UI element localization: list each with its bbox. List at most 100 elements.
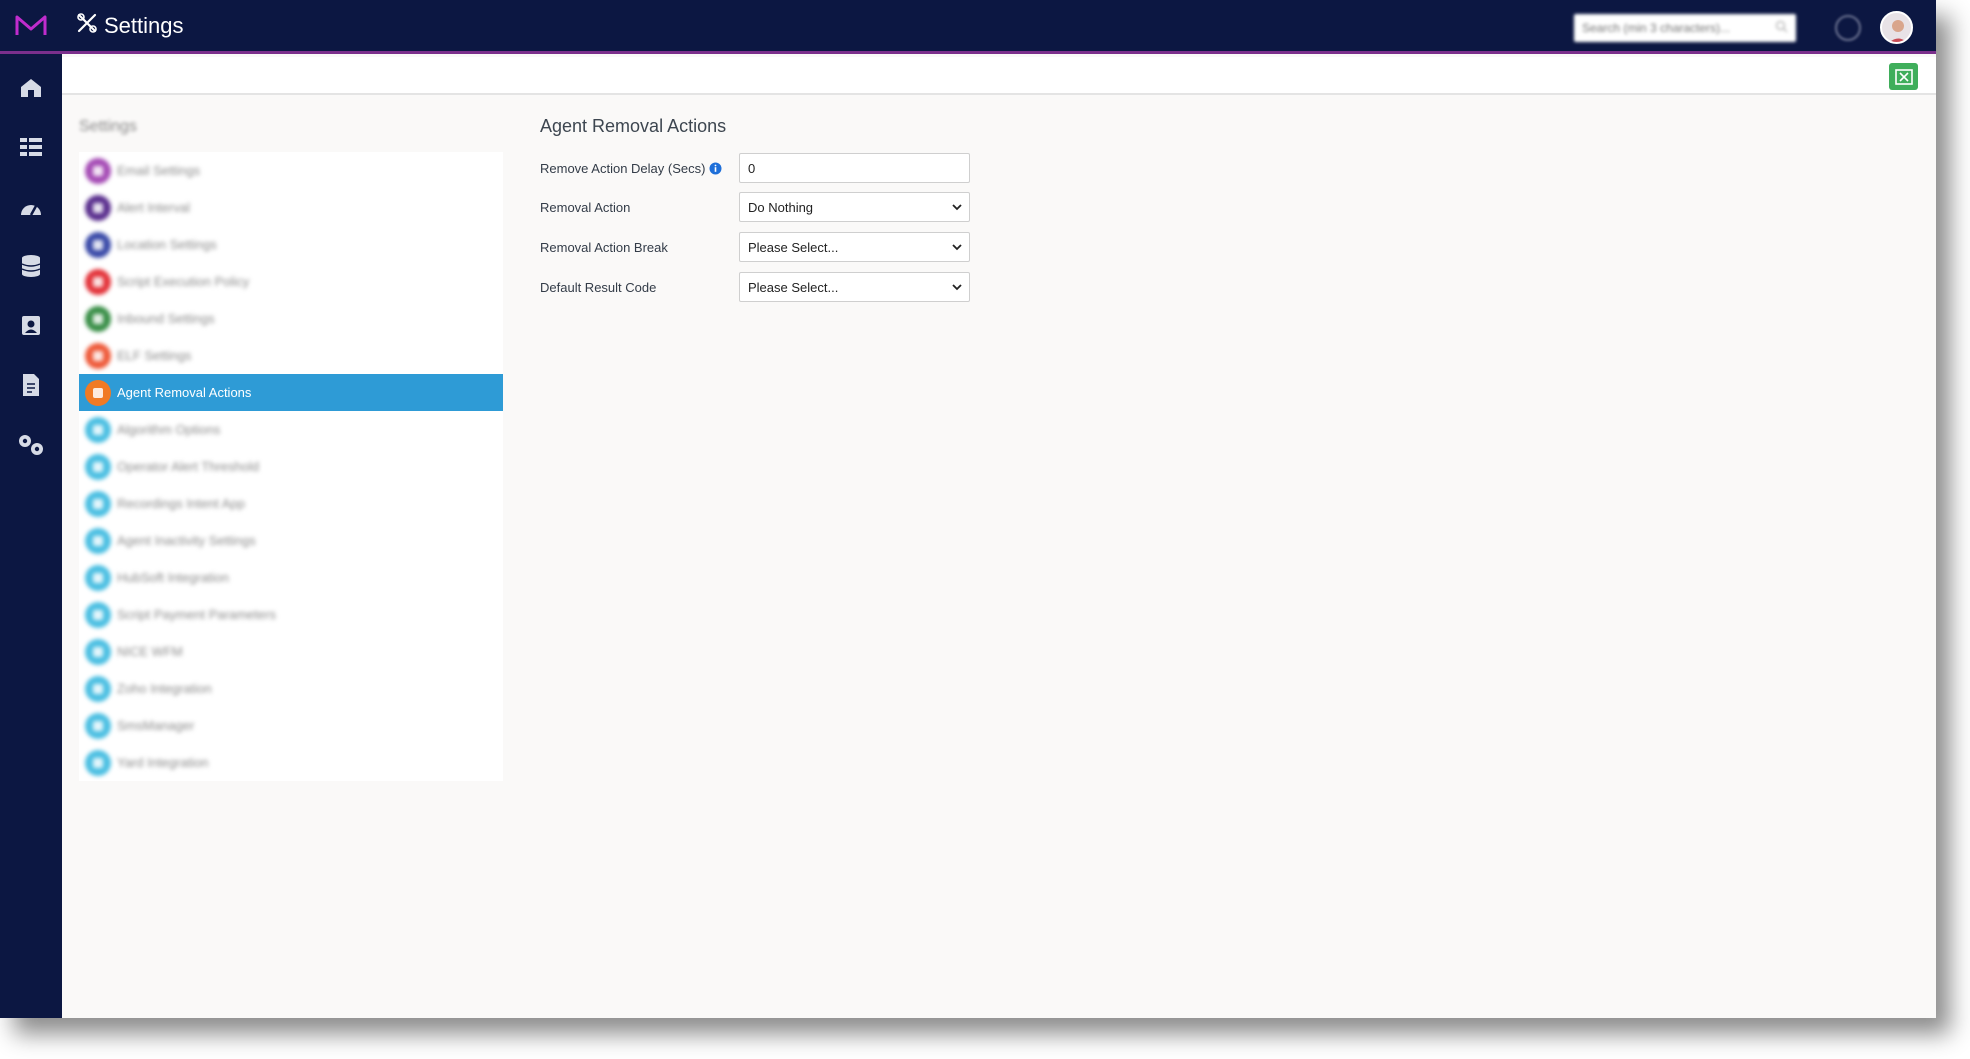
- removal-action-select[interactable]: Do Nothing: [739, 192, 970, 222]
- settings-category-icon: [85, 231, 111, 258]
- settings-nav-item[interactable]: Operator Alert Threshold: [79, 448, 503, 485]
- settings-nav-item[interactable]: Location Settings: [79, 226, 503, 263]
- settings-category-icon: [85, 157, 111, 184]
- removal-break-label: Removal Action Break: [540, 239, 668, 255]
- result-code-label: Default Result Code: [540, 279, 657, 295]
- settings-nav-label: Algorithm Options: [117, 422, 221, 437]
- removal-break-select[interactable]: Please Select...: [739, 232, 970, 262]
- settings-nav-label: Location Settings: [117, 237, 217, 252]
- icon-glyph: [93, 165, 103, 176]
- removal-break-value[interactable]: Please Select...: [739, 232, 970, 262]
- settings-category-icon: [85, 601, 111, 628]
- settings-nav-item[interactable]: Script Payment Parameters: [79, 596, 503, 633]
- delay-row: Remove Action Delay (Secs): [540, 153, 970, 183]
- tools-icon[interactable]: [17, 431, 45, 459]
- export-excel-button[interactable]: [1889, 63, 1918, 90]
- icon-glyph: [93, 239, 103, 250]
- removal-action-value[interactable]: Do Nothing: [739, 192, 970, 222]
- result-code-value[interactable]: Please Select...: [739, 272, 970, 302]
- settings-category-icon: [85, 527, 111, 554]
- settings-category-icon: [85, 490, 111, 517]
- report-icon[interactable]: [17, 371, 45, 399]
- settings-nav-panel: Settings Email Settings Alert Interval Loc…: [79, 112, 503, 781]
- settings-nav-item[interactable]: Email Settings: [79, 152, 503, 189]
- settings-nav-item[interactable]: HubSoft Integration: [79, 559, 503, 596]
- help-icon[interactable]: [1835, 15, 1861, 41]
- chevron-down-icon[interactable]: [952, 242, 962, 252]
- icon-glyph: [93, 202, 103, 213]
- icon-glyph: [93, 683, 103, 694]
- settings-category-icon: [85, 305, 111, 332]
- toolbar: [62, 57, 1936, 95]
- icon-glyph: [93, 313, 103, 324]
- left-rail: [0, 54, 62, 1018]
- settings-nav-label: Zoho Integration: [117, 681, 212, 696]
- spreadsheet-icon: [1894, 68, 1913, 85]
- settings-tools-icon: [76, 12, 98, 40]
- delay-label: Remove Action Delay (Secs): [540, 161, 739, 176]
- settings-category-icon: [85, 194, 111, 221]
- removal-action-row: Removal Action Do Nothing: [540, 192, 970, 222]
- settings-category-icon: [85, 712, 111, 739]
- settings-nav-label: Agent Inactivity Settings: [117, 533, 256, 548]
- page-title: Settings: [76, 12, 184, 40]
- global-search[interactable]: [1574, 14, 1796, 42]
- settings-category-icon: [85, 638, 111, 665]
- settings-nav-item[interactable]: Algorithm Options: [79, 411, 503, 448]
- database-icon[interactable]: [17, 252, 45, 280]
- settings-nav-item[interactable]: Zoho Integration: [79, 670, 503, 707]
- result-code-row: Default Result Code Please Select...: [540, 272, 970, 302]
- settings-nav-label: HubSoft Integration: [117, 570, 230, 585]
- settings-nav-label: Agent Removal Actions: [117, 385, 252, 400]
- chevron-down-icon[interactable]: [952, 282, 962, 292]
- removal-action-label: Removal Action: [540, 199, 631, 215]
- agent-removal-icon: [85, 379, 111, 406]
- search-icon[interactable]: [1775, 20, 1788, 38]
- chevron-down-icon[interactable]: [952, 202, 962, 212]
- settings-category-icon: [85, 749, 111, 776]
- delay-input[interactable]: [739, 153, 970, 183]
- form-title: Agent Removal Actions: [540, 116, 727, 136]
- icon-glyph: [93, 720, 103, 731]
- settings-nav-item[interactable]: NICE WFM: [79, 633, 503, 670]
- settings-category-icon: [85, 416, 111, 443]
- settings-panel-title: Settings: [79, 118, 137, 135]
- settings-nav-item[interactable]: Script Execution Policy: [79, 263, 503, 300]
- settings-nav-item[interactable]: Alert Interval: [79, 189, 503, 226]
- grid-icon[interactable]: [17, 133, 45, 161]
- delay-label-text: Remove Action Delay (Secs): [540, 160, 706, 176]
- icon-glyph: [93, 350, 103, 361]
- settings-nav-label: Alert Interval: [117, 200, 190, 215]
- icon-glyph: [93, 498, 103, 509]
- icon-glyph: [93, 424, 103, 435]
- avatar[interactable]: [1880, 11, 1913, 44]
- settings-nav-item[interactable]: Yard Integration: [79, 744, 503, 781]
- contacts-icon[interactable]: [17, 311, 45, 339]
- settings-nav-item[interactable]: SmsManager: [79, 707, 503, 744]
- settings-category-icon: [85, 342, 111, 369]
- settings-category-icon: [85, 268, 111, 295]
- icon-glyph: [93, 276, 103, 287]
- result-code-select[interactable]: Please Select...: [739, 272, 970, 302]
- brand-logo-icon[interactable]: [0, 0, 62, 53]
- settings-nav-label: ELF Settings: [117, 348, 192, 363]
- home-icon[interactable]: [17, 74, 45, 102]
- settings-nav-item[interactable]: Inbound Settings: [79, 300, 503, 337]
- settings-nav-item[interactable]: Agent Removal Actions: [79, 374, 503, 411]
- dashboard-icon[interactable]: [17, 193, 45, 221]
- settings-nav-item[interactable]: Recordings Intent App: [79, 485, 503, 522]
- removal-break-row: Removal Action Break Please Select...: [540, 232, 970, 262]
- agent-removal-form: Agent Removal Actions Remove Action Dela…: [540, 112, 1240, 302]
- settings-nav-label: SmsManager: [117, 718, 195, 733]
- settings-nav-label: Script Execution Policy: [117, 274, 250, 289]
- top-bar: Settings: [0, 0, 1936, 54]
- settings-category-icon: [85, 564, 111, 591]
- info-icon[interactable]: [709, 162, 722, 175]
- settings-nav-item[interactable]: Agent Inactivity Settings: [79, 522, 503, 559]
- settings-nav-list: Email Settings Alert Interval Location Set…: [79, 152, 503, 781]
- icon-glyph: [93, 387, 103, 398]
- icon-glyph: [93, 461, 103, 472]
- search-input[interactable]: [1582, 21, 1788, 35]
- icon-glyph: [93, 572, 103, 583]
- settings-nav-item[interactable]: ELF Settings: [79, 337, 503, 374]
